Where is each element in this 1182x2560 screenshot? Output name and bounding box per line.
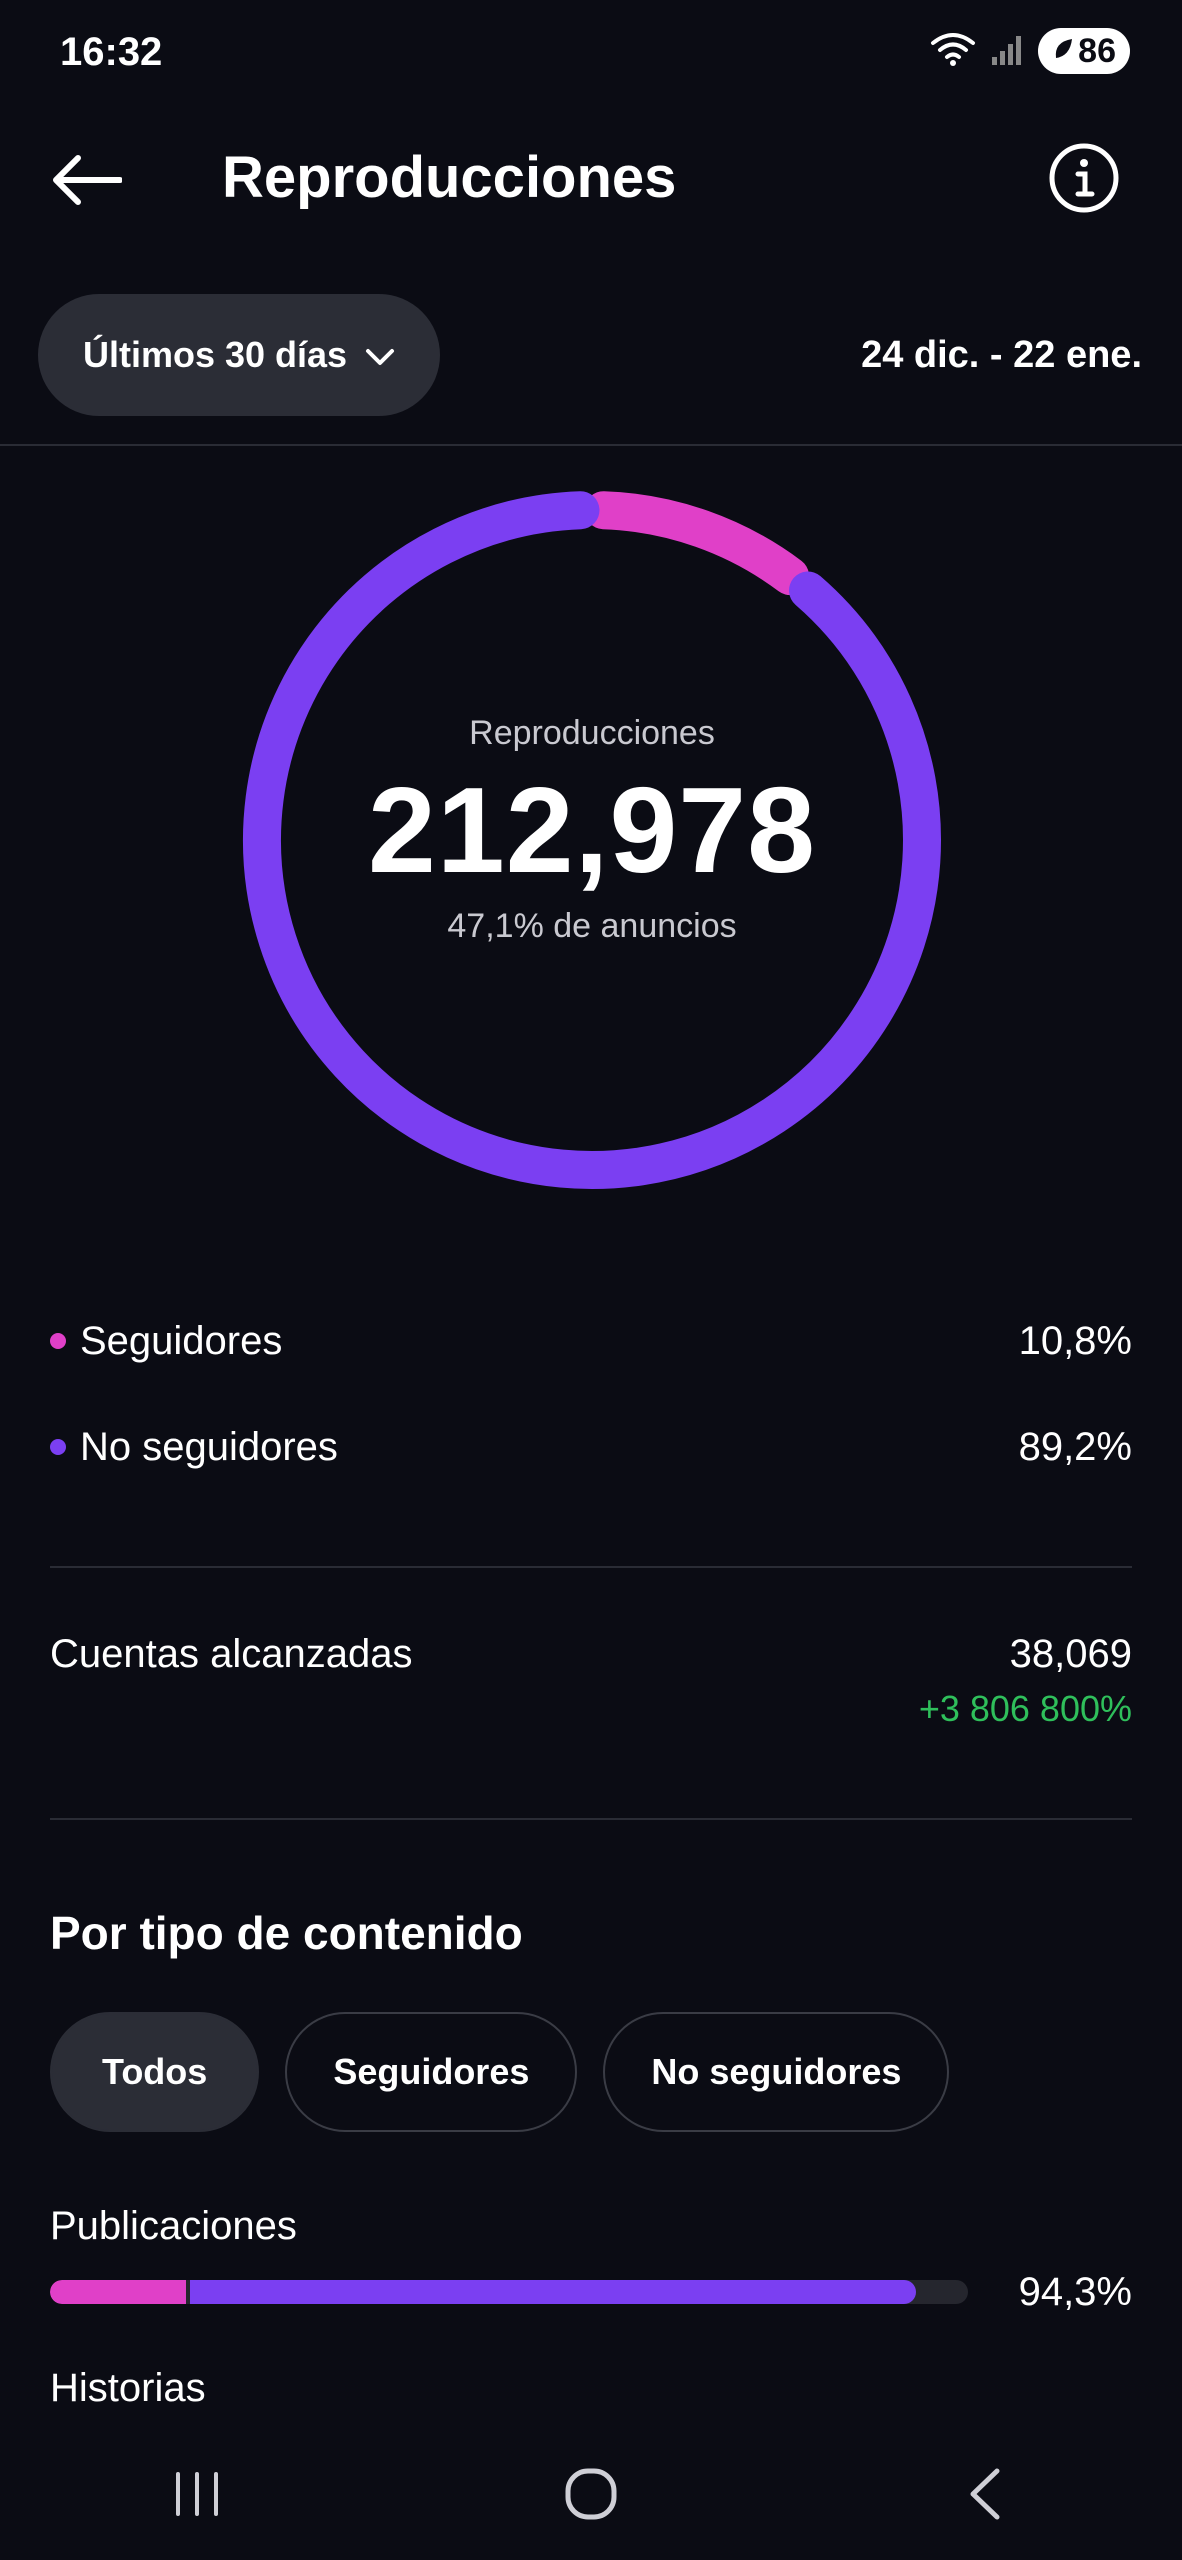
ads-percentage: 47,1% de anuncios xyxy=(447,907,737,946)
status-time: 16:32 xyxy=(60,30,163,74)
legend-label: No seguidores xyxy=(80,1424,338,1469)
legend-value: 89,2% xyxy=(1018,1424,1132,1469)
divider xyxy=(50,1566,1132,1568)
system-nav-bar xyxy=(0,2432,1182,2560)
legend-label: Seguidores xyxy=(80,1318,283,1363)
recent-apps-button[interactable] xyxy=(137,2436,257,2556)
system-back-button[interactable] xyxy=(925,2436,1045,2556)
signal-icon xyxy=(990,31,1024,72)
battery-level: 86 xyxy=(1078,31,1116,70)
donut-center: Reproducciones 212,978 47,1% de anuncios xyxy=(232,480,952,1200)
posts-label: Publicaciones xyxy=(50,2204,297,2248)
battery-saver-icon xyxy=(1052,32,1074,71)
home-button[interactable] xyxy=(531,2436,651,2556)
info-icon xyxy=(1048,142,1120,219)
legend-item-followers: Seguidores 10,8% xyxy=(50,1311,1132,1371)
legend-item-non-followers: No seguidores 89,2% xyxy=(50,1417,1132,1477)
posts-percent: 94,3% xyxy=(1018,2270,1132,2314)
posts-bar xyxy=(50,2280,968,2304)
arrow-left-icon xyxy=(50,154,123,210)
accounts-reached-change: +3 806 800% xyxy=(918,1688,1132,1729)
divider xyxy=(0,444,1182,446)
stories-label: Historias xyxy=(50,2366,206,2410)
chip-followers[interactable]: Seguidores xyxy=(285,2012,578,2132)
section-title: Por tipo de contenido xyxy=(50,1907,523,1959)
back-button[interactable] xyxy=(44,140,128,224)
page-title: Reproducciones xyxy=(222,145,677,210)
posts-bar-followers xyxy=(50,2280,187,2304)
date-range-text: 24 dic. - 22 ene. xyxy=(861,334,1142,376)
donut-label: Reproducciones xyxy=(469,713,715,752)
chip-non-followers[interactable]: No seguidores xyxy=(603,2012,950,2132)
info-button[interactable] xyxy=(1042,138,1126,222)
accounts-reached-label: Cuentas alcanzadas xyxy=(50,1632,413,1676)
posts-bar-non-followers xyxy=(190,2280,916,2304)
wifi-icon xyxy=(930,29,976,74)
legend-value: 10,8% xyxy=(1018,1318,1132,1363)
divider xyxy=(50,1818,1132,1820)
followers-dot xyxy=(50,1333,66,1349)
audience-filter-chips: Todos Seguidores No seguidores xyxy=(50,2012,950,2132)
battery-indicator: 86 xyxy=(1038,28,1130,74)
date-range-dropdown[interactable]: Últimos 30 días xyxy=(38,294,440,416)
chevron-down-icon xyxy=(365,334,395,376)
non-followers-dot xyxy=(50,1439,66,1455)
range-label: Últimos 30 días xyxy=(82,334,348,375)
recent-apps-icon xyxy=(172,2471,222,2522)
accounts-reached-value: 38,069 xyxy=(1009,1632,1132,1676)
total-views-value: 212,978 xyxy=(368,761,816,898)
status-icons: 86 xyxy=(930,28,1130,74)
home-icon xyxy=(564,2467,618,2526)
chip-all[interactable]: Todos xyxy=(50,2012,260,2132)
back-icon xyxy=(967,2467,1003,2526)
